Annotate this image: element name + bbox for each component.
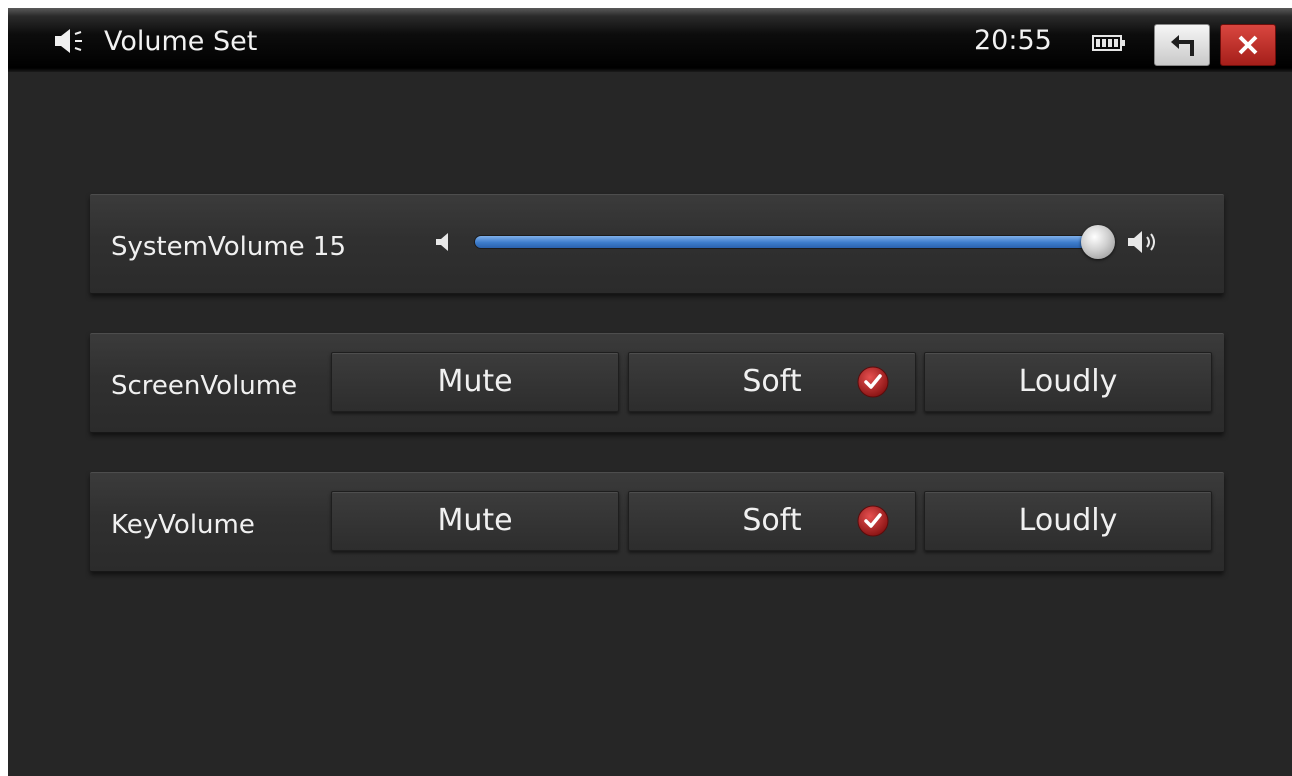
speaker-high-icon xyxy=(1128,231,1155,253)
speaker-icon xyxy=(55,29,82,53)
back-button[interactable] xyxy=(1154,24,1210,66)
checkmark-icon xyxy=(857,366,889,398)
page-title: Volume Set xyxy=(104,26,258,57)
screen-volume-label: ScreenVolume xyxy=(111,371,298,401)
title-bar: Volume Set 20:55 xyxy=(8,8,1292,72)
system-volume-panel: SystemVolume 15 xyxy=(90,194,1224,294)
system-volume-slider[interactable] xyxy=(475,236,1093,248)
clock: 20:55 xyxy=(974,25,1052,56)
speaker-low-icon xyxy=(436,233,448,251)
system-volume-label: SystemVolume 15 xyxy=(111,232,347,262)
screen-volume-soft-button[interactable]: Soft xyxy=(628,352,916,412)
screen-volume-loudly-button[interactable]: Loudly xyxy=(924,352,1212,412)
system-volume-slider-knob[interactable] xyxy=(1081,225,1115,259)
key-volume-loudly-button[interactable]: Loudly xyxy=(924,491,1212,551)
key-volume-soft-button[interactable]: Soft xyxy=(628,491,916,551)
checkmark-icon xyxy=(857,505,889,537)
back-arrow-icon xyxy=(1171,35,1194,56)
screen-volume-mute-button[interactable]: Mute xyxy=(331,352,619,412)
key-volume-mute-button[interactable]: Mute xyxy=(331,491,619,551)
battery-icon xyxy=(1092,35,1125,51)
screen: Volume Set 20:55 SystemVolume 15 ScreenV… xyxy=(8,8,1292,776)
screen-volume-panel: ScreenVolume Mute Soft Loudly xyxy=(90,333,1224,433)
key-volume-label: KeyVolume xyxy=(111,510,255,540)
key-volume-panel: KeyVolume Mute Soft Loudly xyxy=(90,472,1224,572)
close-button[interactable] xyxy=(1220,24,1276,66)
close-icon xyxy=(1238,35,1258,55)
